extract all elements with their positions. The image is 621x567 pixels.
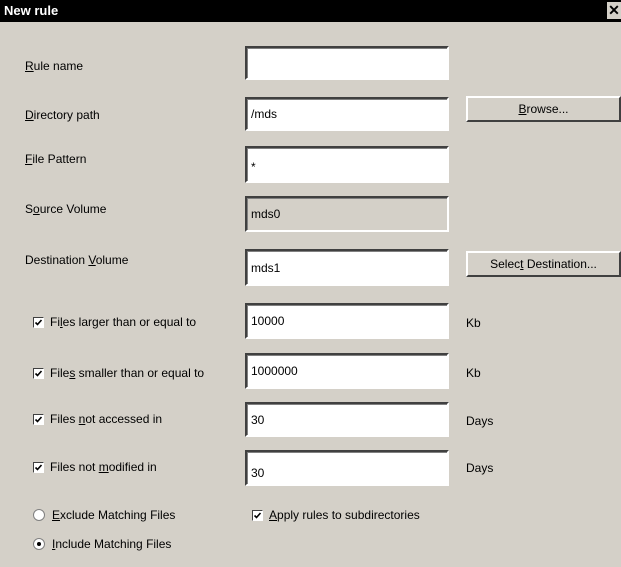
checkbox-checked-icon <box>33 367 44 379</box>
file-pattern-input[interactable]: * <box>245 146 449 183</box>
filter-smaller-input[interactable]: 1000000 <box>245 353 449 389</box>
rule-name-label: Rule name <box>25 59 84 73</box>
directory-path-label: Directory path <box>25 108 100 122</box>
filter-not-accessed-checkbox[interactable]: Files not accessed in <box>33 412 162 426</box>
source-volume-field: mds0 <box>245 196 449 232</box>
directory-path-input[interactable]: /mds <box>245 97 449 131</box>
select-destination-button[interactable]: Select Destination... <box>466 251 621 277</box>
filter-not-modified-label: Files not modified in <box>50 460 157 474</box>
checkbox-checked-icon <box>33 316 44 328</box>
checkbox-checked-icon <box>252 509 263 521</box>
filter-not-accessed-input[interactable]: 30 <box>245 402 449 437</box>
window-title: New rule <box>4 3 59 18</box>
radio-selected-icon <box>33 538 45 550</box>
exclude-matching-label: Exclude Matching Files <box>52 508 176 522</box>
close-button[interactable]: ✕ <box>607 2 621 19</box>
filter-not-accessed-label: Files not accessed in <box>50 412 163 426</box>
exclude-matching-radio[interactable]: Exclude Matching Files <box>33 508 175 522</box>
checkbox-checked-icon <box>33 461 44 473</box>
checkbox-checked-icon <box>33 413 44 425</box>
close-icon: ✕ <box>608 2 620 18</box>
radio-unselected-icon <box>33 509 45 521</box>
filter-smaller-unit: Kb <box>466 366 481 380</box>
filter-not-modified-checkbox[interactable]: Files not modified in <box>33 460 157 474</box>
filter-larger-unit: Kb <box>466 316 481 330</box>
filter-not-modified-input[interactable]: 30 <box>245 450 449 486</box>
apply-subdirectories-label: Apply rules to subdirectories <box>269 508 420 522</box>
file-pattern-label: File Pattern <box>25 152 87 166</box>
filter-smaller-label: Files smaller than or equal to <box>50 366 205 380</box>
filter-smaller-checkbox[interactable]: Files smaller than or equal to <box>33 366 204 380</box>
destination-volume-input[interactable]: mds1 <box>245 249 449 286</box>
filter-larger-input[interactable]: 10000 <box>245 303 449 339</box>
apply-subdirectories-checkbox[interactable]: Apply rules to subdirectories <box>252 508 420 522</box>
filter-not-modified-unit: Days <box>466 461 494 475</box>
include-matching-radio[interactable]: Include Matching Files <box>33 537 171 551</box>
title-bar: New rule ✕ <box>0 0 621 22</box>
rule-name-input[interactable] <box>245 46 449 80</box>
filter-not-accessed-unit: Days <box>466 414 494 428</box>
filter-larger-label: Files larger than or equal to <box>50 315 197 329</box>
destination-volume-label: Destination Volume <box>25 253 129 267</box>
browse-button[interactable]: Browse... <box>466 96 621 122</box>
filter-larger-checkbox[interactable]: Files larger than or equal to <box>33 315 196 329</box>
source-volume-label: Source Volume <box>25 202 107 216</box>
include-matching-label: Include Matching Files <box>52 537 172 551</box>
